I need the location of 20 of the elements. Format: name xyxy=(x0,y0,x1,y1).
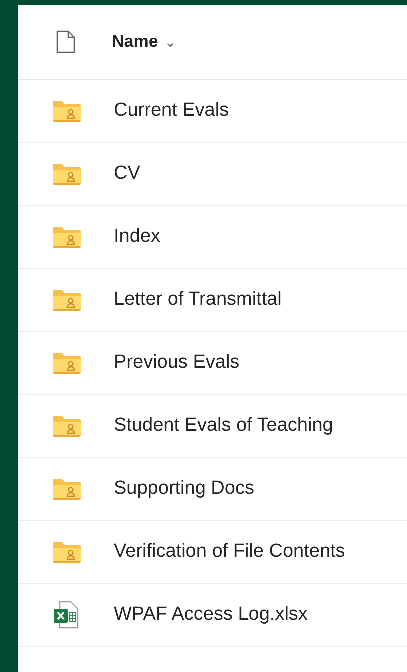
folder-name-link[interactable]: CV xyxy=(114,163,140,185)
spreadsheet-icon xyxy=(53,601,81,629)
shared-folder-icon xyxy=(53,352,81,374)
shared-folder-icon xyxy=(53,416,81,436)
folder-name-link[interactable]: Letter of Transmittal xyxy=(114,289,282,311)
shared-folder-icon xyxy=(53,478,81,500)
folder-name-link[interactable]: Student Evals of Teaching xyxy=(114,415,334,437)
folder-name-link[interactable]: Verification of File Contents xyxy=(114,541,346,563)
folder-name-link[interactable]: Supporting Docs xyxy=(114,478,254,500)
file-name-link[interactable]: WPAF Access Log.xlsx xyxy=(114,604,308,626)
shared-folder-icon xyxy=(53,290,81,310)
shared-folder-icon xyxy=(53,226,81,248)
name-column-header[interactable]: Name ⌄ xyxy=(112,32,176,52)
file-icon xyxy=(56,30,76,54)
folder-name-link[interactable]: Index xyxy=(114,226,160,248)
folder-name-link[interactable]: Current Evals xyxy=(114,100,230,122)
shared-folder-icon xyxy=(53,542,81,562)
folder-name-link[interactable]: Previous Evals xyxy=(114,352,240,374)
shared-folder-icon xyxy=(53,100,81,122)
shared-folder-icon xyxy=(53,164,81,184)
